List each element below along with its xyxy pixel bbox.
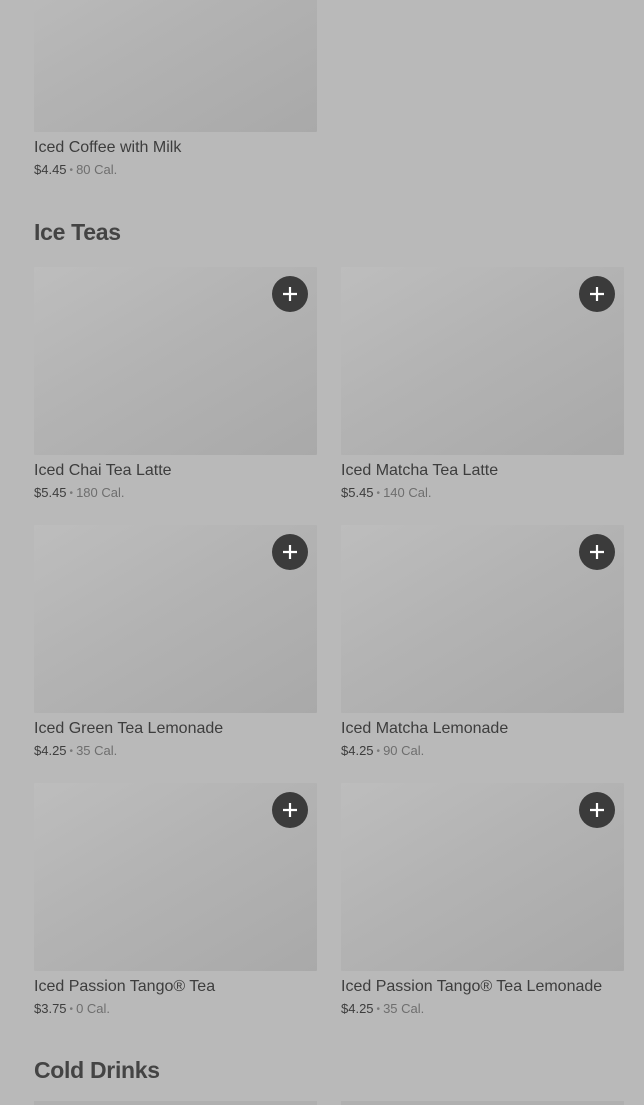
item-calories: 35 Cal. — [383, 1001, 425, 1016]
item-meta: $5.45 • 180 Cal. — [34, 484, 317, 503]
item-price: $4.25 — [341, 743, 374, 758]
item-name: Iced Green Tea Lemonade — [34, 720, 224, 737]
section-title-ice-teas: Ice Teas — [34, 219, 121, 245]
item-image — [34, 783, 317, 971]
separator: • — [376, 488, 381, 499]
plus-icon — [590, 545, 604, 559]
plus-icon — [283, 545, 297, 559]
separator: • — [69, 746, 74, 757]
item-meta: $4.45 • 80 Cal. — [34, 161, 317, 180]
item-meta: $4.25 • 35 Cal. — [34, 742, 317, 761]
item-image — [341, 525, 624, 713]
item-price: $4.45 — [34, 162, 67, 177]
item-name: Iced Matcha Lemonade — [341, 720, 509, 737]
plus-icon — [283, 287, 297, 301]
add-to-cart-button[interactable] — [272, 276, 308, 312]
add-to-cart-button[interactable] — [579, 792, 615, 828]
menu-page: Iced Coffee with Milk $4.45 • 80 Cal. Ice … — [0, 0, 644, 1105]
plus-icon — [590, 803, 604, 817]
item-price: $3.75 — [34, 1001, 67, 1016]
item-price: $4.25 — [341, 1001, 374, 1016]
item-calories: 140 Cal. — [383, 485, 432, 500]
item-name: Iced Passion Tango® Tea — [34, 978, 216, 995]
item-calories: 35 Cal. — [76, 743, 118, 758]
item-price: $5.45 — [34, 485, 67, 500]
item-image — [341, 1101, 624, 1105]
item-image — [341, 783, 624, 971]
menu-item-card[interactable]: Iced Coffee with Milk $4.45 • 80 Cal. — [34, 0, 317, 180]
item-name: Iced Coffee with Milk — [34, 139, 182, 156]
item-calories: 90 Cal. — [383, 743, 425, 758]
item-calories: 80 Cal. — [76, 162, 118, 177]
item-price: $5.45 — [341, 485, 374, 500]
item-name: Iced Chai Tea Latte — [34, 462, 172, 479]
add-to-cart-button[interactable] — [579, 534, 615, 570]
item-image — [34, 1101, 317, 1105]
add-to-cart-button[interactable] — [272, 792, 308, 828]
menu-item-card[interactable]: Iced Passion Tango® Tea $3.75 • 0 Cal. — [34, 783, 317, 1019]
item-calories: 0 Cal. — [76, 1001, 111, 1016]
item-image — [34, 267, 317, 455]
menu-item-card[interactable]: Iced Matcha Lemonade $4.25 • 90 Cal. — [341, 525, 624, 761]
section-title-cold-drinks: Cold Drinks — [34, 1057, 160, 1083]
item-image — [341, 267, 624, 455]
separator: • — [69, 488, 74, 499]
menu-item-card[interactable]: Iced Green Tea Lemonade $4.25 • 35 Cal. — [34, 525, 317, 761]
item-meta: $4.25 • 35 Cal. — [341, 1000, 624, 1019]
item-meta: $3.75 • 0 Cal. — [34, 1000, 317, 1019]
separator: • — [69, 1004, 74, 1015]
menu-item-card[interactable]: Iced Chai Tea Latte $5.45 • 180 Cal. — [34, 267, 317, 503]
menu-item-card[interactable]: Iced Matcha Tea Latte $5.45 • 140 Cal. — [341, 267, 624, 503]
separator: • — [69, 165, 74, 176]
item-meta: $5.45 • 140 Cal. — [341, 484, 624, 503]
menu-item-card[interactable]: Iced Passion Tango® Tea Lemonade $4.25 • 3… — [341, 783, 624, 1019]
add-to-cart-button[interactable] — [579, 276, 615, 312]
plus-icon — [590, 287, 604, 301]
item-meta: $4.25 • 90 Cal. — [341, 742, 624, 761]
item-name: Iced Passion Tango® Tea Lemonade — [341, 978, 603, 995]
separator: • — [376, 746, 381, 757]
plus-icon — [283, 803, 297, 817]
separator: • — [376, 1004, 381, 1015]
add-to-cart-button[interactable] — [272, 534, 308, 570]
item-image — [34, 0, 317, 132]
item-calories: 180 Cal. — [76, 485, 125, 500]
item-name: Iced Matcha Tea Latte — [341, 462, 499, 479]
item-image — [34, 525, 317, 713]
item-price: $4.25 — [34, 743, 67, 758]
